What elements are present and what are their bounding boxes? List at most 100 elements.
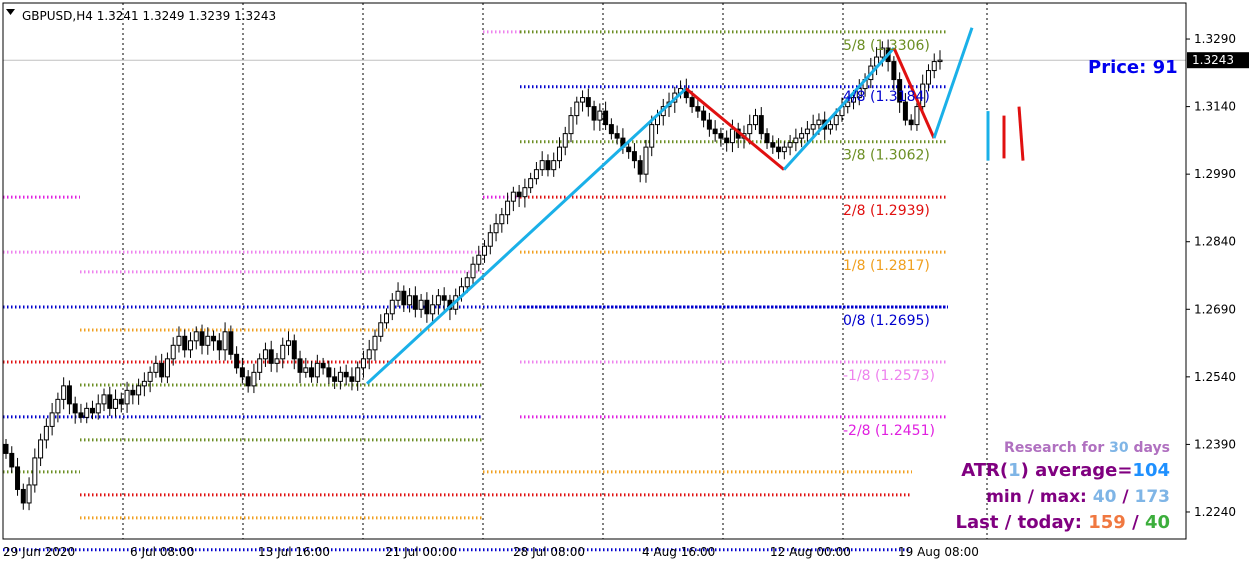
zigzag-segment [365, 87, 688, 385]
candle-body [395, 290, 401, 301]
candle-body [234, 353, 240, 369]
minmax-line: min / max: 40 / 173 [986, 487, 1170, 507]
candle-body [493, 223, 499, 234]
zigzag-segment [932, 27, 974, 139]
candle-body [9, 452, 15, 468]
candle-body [585, 97, 591, 108]
last-value: 159 [1088, 512, 1126, 533]
candle-body [239, 367, 245, 378]
candle-body [833, 115, 839, 126]
candle-body [205, 335, 211, 346]
candle-body [441, 295, 447, 301]
candle-body [366, 349, 372, 360]
zigzag-segment [685, 87, 785, 171]
candle-body [360, 358, 366, 369]
candle-body [15, 466, 21, 490]
candle-body [412, 295, 418, 310]
atr-period: 1 [1008, 460, 1021, 481]
candle-body [222, 331, 228, 351]
candle-body [124, 389, 130, 405]
candle-body [182, 335, 188, 351]
candle-body [464, 277, 470, 288]
candle-body [753, 115, 759, 126]
candle-body [701, 110, 707, 121]
murrey-level-label: -1/8 (1.2573) [843, 368, 935, 384]
candle-body [528, 178, 534, 189]
candle-body [407, 295, 413, 306]
candle-body [228, 331, 234, 355]
murrey-level-label: 0/8 (1.2695) [843, 313, 930, 329]
price-label: 1.3243 [1192, 53, 1234, 67]
candle-body [147, 371, 153, 382]
last-prefix: Last / today: [955, 512, 1089, 533]
candle-body [389, 299, 395, 315]
candle-body [303, 367, 309, 373]
x-tick-label: 28 Jul 08:00 [513, 545, 585, 559]
candle-body [84, 407, 90, 418]
candle-body [591, 106, 597, 121]
atr-line: ATR(1) average=104 [961, 460, 1170, 481]
candle-body [568, 115, 574, 135]
candle-body [372, 335, 378, 351]
candle-body [724, 137, 730, 144]
candle-body [262, 349, 268, 360]
candle-body [314, 362, 320, 378]
candle-body [787, 142, 793, 148]
candle-body [827, 124, 833, 130]
candle-body [551, 160, 557, 171]
x-tick-label: 12 Aug 00:00 [770, 545, 851, 559]
candle-body [337, 371, 343, 382]
candle-body [626, 146, 632, 153]
candle-body [136, 385, 142, 396]
candle-body [706, 119, 712, 130]
candle-body [78, 412, 84, 418]
atr-prefix: ATR( [961, 460, 1009, 481]
research-suffix: days [1128, 440, 1170, 456]
candle-body [89, 407, 95, 414]
candle-body [533, 169, 539, 180]
candle-body [614, 133, 620, 139]
y-tick-label: 1.2240 [1194, 505, 1236, 519]
minmax-prefix: min / max: [986, 487, 1093, 507]
candle-body [291, 340, 297, 360]
candle-body [343, 371, 349, 378]
murrey-level-label: 1/8 (1.2817) [843, 258, 930, 274]
candle-body [810, 124, 816, 130]
y-tick-label: 1.2540 [1194, 370, 1236, 384]
candle-body [113, 398, 119, 409]
candle-body [758, 115, 764, 135]
last-today-line: Last / today: 159 / 40 [956, 512, 1170, 533]
candle-body [816, 119, 822, 126]
triangle-down-icon[interactable] [6, 9, 15, 15]
candle-body [320, 362, 326, 369]
murrey-level-label: 3/8 (1.3062) [843, 148, 930, 164]
candle-body [349, 376, 355, 382]
candle-body [199, 331, 205, 346]
x-tick-label: 21 Jul 00:00 [385, 545, 457, 559]
candle-body [193, 331, 199, 342]
candle-body [332, 376, 338, 382]
research-line: Research for 30 days [1004, 440, 1170, 456]
candle-body [66, 385, 72, 405]
candle-body [38, 439, 44, 459]
candle-body [101, 394, 107, 405]
chart-window[interactable]: 29 Jun 2020 6 Jul 08:00 13 Jul 16:00 21 Jul… [0, 0, 1250, 565]
candle-body [378, 322, 384, 337]
candle-body [608, 124, 614, 135]
level-labels: 5/8 (1.3306) 4/8 (1.3184) 3/8 (1.3062) 2/8 … [843, 38, 935, 439]
candle-body [118, 398, 124, 405]
candle-body [95, 403, 101, 414]
candle-body [274, 358, 280, 364]
candle-body [384, 313, 390, 324]
candle-body [20, 488, 26, 504]
candle-body [539, 160, 545, 171]
candle-body [545, 160, 551, 171]
candle-body [257, 358, 263, 373]
y-tick-label: 1.2690 [1194, 302, 1236, 316]
candle-body [931, 61, 937, 72]
candle-body [107, 394, 113, 409]
candle-body [245, 376, 251, 387]
candle-body [55, 398, 61, 414]
candle-body [804, 128, 810, 135]
murrey-level-label: 5/8 (1.3306) [843, 38, 930, 54]
